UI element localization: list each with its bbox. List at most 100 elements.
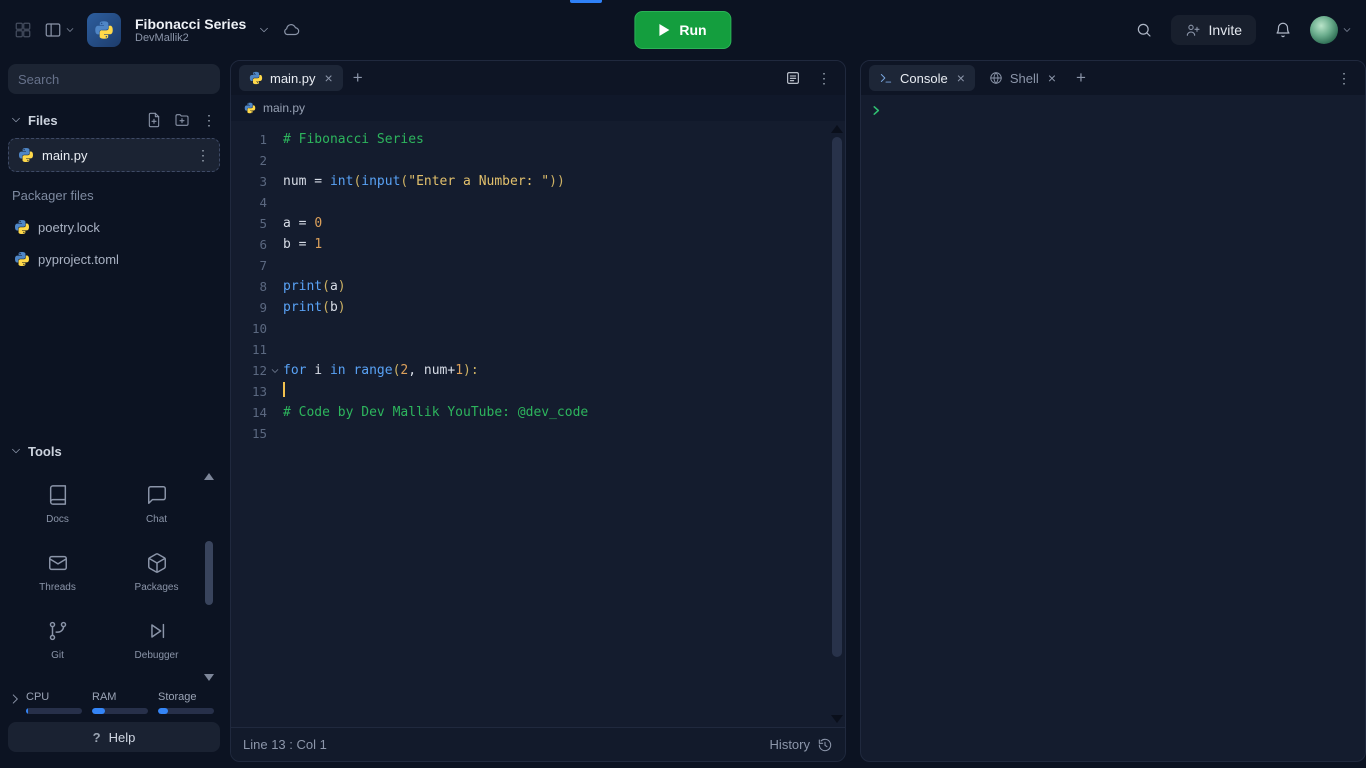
code-line[interactable]: 13 <box>231 381 845 402</box>
file-name: poetry.lock <box>38 219 100 235</box>
scroll-down-icon[interactable] <box>204 674 214 681</box>
close-icon[interactable]: × <box>957 70 965 86</box>
fold-gutter <box>267 234 283 255</box>
new-folder-icon[interactable] <box>174 112 190 128</box>
code-line[interactable]: 5 a = 0 <box>231 213 845 234</box>
file-item[interactable]: poetry.lock <box>8 211 220 243</box>
scroll-up-icon[interactable] <box>204 473 214 480</box>
new-tab-button[interactable]: + <box>353 68 363 88</box>
line-number: 6 <box>259 237 267 252</box>
code-line-text: for i in range(2, num+1): <box>283 363 479 378</box>
kebab-icon[interactable]: ⋮ <box>202 113 216 127</box>
code-line[interactable]: 9 print(b) <box>231 297 845 318</box>
history-button[interactable]: History <box>770 737 833 753</box>
code-line[interactable]: 3 num = int(input("Enter a Number: ")) <box>231 171 845 192</box>
python-icon <box>94 20 114 40</box>
fold-gutter <box>267 297 283 318</box>
meter-storage: Storage <box>158 691 224 714</box>
meter-bar <box>92 708 148 714</box>
code-line[interactable]: 7 <box>231 255 845 276</box>
kebab-icon[interactable]: ⋮ <box>196 148 210 162</box>
code-line[interactable]: 1 # Fibonacci Series <box>231 129 845 150</box>
tool-label: Packages <box>134 581 179 593</box>
fold-gutter <box>267 171 283 192</box>
avatar <box>1310 16 1338 44</box>
code-line[interactable]: 10 <box>231 318 845 339</box>
chevron-down-icon <box>1342 25 1352 35</box>
chat-icon <box>146 484 168 506</box>
python-icon <box>14 219 30 235</box>
code-editor[interactable]: 1 # Fibonacci Series 2 3 num = int(input("En… <box>231 121 845 727</box>
terminal-icon <box>879 71 893 85</box>
close-icon[interactable]: × <box>325 70 333 86</box>
code-line[interactable]: 12 for i in range(2, num+1): <box>231 360 845 381</box>
line-number: 5 <box>259 216 267 231</box>
code-line[interactable]: 6 b = 1 <box>231 234 845 255</box>
fold-chevron-icon[interactable] <box>267 360 283 381</box>
console-tabbar: Console × Shell × + ⋮ <box>861 61 1365 95</box>
code-line[interactable]: 4 <box>231 192 845 213</box>
close-icon[interactable]: × <box>1048 70 1056 86</box>
debugger-icon <box>146 620 168 642</box>
tool-label: Docs <box>46 513 69 525</box>
replit-workspace: Fibonacci Series DevMallik2 Run Invite S… <box>0 0 1366 768</box>
cloud-status-icon[interactable] <box>282 21 300 39</box>
tool-git[interactable]: Git <box>8 607 107 673</box>
python-icon <box>14 251 30 267</box>
python-icon <box>244 102 256 114</box>
new-tab-button[interactable]: + <box>1076 68 1086 88</box>
scrollbar-thumb[interactable] <box>832 137 842 657</box>
search-input[interactable] <box>8 64 220 94</box>
line-number: 9 <box>259 300 267 315</box>
code-line-text: # Fibonacci Series <box>283 132 424 147</box>
tool-docs[interactable]: Docs <box>8 471 107 537</box>
packages-icon <box>146 552 168 574</box>
editor-scrollbar[interactable] <box>831 123 843 725</box>
code-line[interactable]: 14 # Code by Dev Mallik YouTube: @dev_cod… <box>231 402 845 423</box>
tool-chat[interactable]: Chat <box>107 471 206 537</box>
console-output[interactable] <box>861 95 1365 761</box>
code-line[interactable]: 8 print(a) <box>231 276 845 297</box>
chevron-down-icon[interactable] <box>258 24 270 36</box>
tool-debugger[interactable]: Debugger <box>107 607 206 673</box>
file-outline-icon[interactable] <box>785 70 801 86</box>
project-avatar[interactable] <box>87 13 121 47</box>
account-menu[interactable] <box>1310 16 1352 44</box>
run-button[interactable]: Run <box>634 11 732 49</box>
meters-row: CPU RAM Storage <box>26 691 224 714</box>
tool-packages[interactable]: Packages <box>107 539 206 605</box>
tab-console[interactable]: Console × <box>869 65 975 91</box>
bell-icon[interactable] <box>1274 21 1292 39</box>
workspace-switcher[interactable] <box>44 21 75 39</box>
tab-shell[interactable]: Shell × <box>979 65 1066 91</box>
search-icon[interactable] <box>1135 21 1153 39</box>
file-name: pyproject.toml <box>38 251 119 267</box>
kebab-icon[interactable]: ⋮ <box>1337 71 1351 85</box>
tab-progress-indicator <box>570 0 602 3</box>
tool-threads[interactable]: Threads <box>8 539 107 605</box>
new-file-icon[interactable] <box>146 112 162 128</box>
chevron-down-icon[interactable] <box>10 114 22 126</box>
console-pane: Console × Shell × + ⋮ <box>860 60 1366 762</box>
file-item[interactable]: pyproject.toml <box>8 243 220 275</box>
scroll-down-icon[interactable] <box>831 715 843 723</box>
file-item-mainpy[interactable]: main.py ⋮ <box>8 138 220 172</box>
tool-label: Threads <box>39 581 76 593</box>
code-line[interactable]: 2 <box>231 150 845 171</box>
tab-label: main.py <box>270 70 316 86</box>
apps-icon[interactable] <box>14 21 32 39</box>
code-line[interactable]: 15 <box>231 423 845 444</box>
invite-label: Invite <box>1208 22 1242 38</box>
help-button[interactable]: ? Help <box>8 722 220 752</box>
invite-button[interactable]: Invite <box>1170 15 1256 45</box>
tools-header-label: Tools <box>28 443 62 459</box>
scrollbar-thumb[interactable] <box>205 541 213 605</box>
scroll-up-icon[interactable] <box>831 125 843 133</box>
tools-scrollbar[interactable] <box>204 473 214 681</box>
tab-mainpy[interactable]: main.py × <box>239 65 343 91</box>
chevron-right-icon[interactable] <box>8 692 22 706</box>
kebab-icon[interactable]: ⋮ <box>817 71 831 85</box>
chevron-down-icon[interactable] <box>10 445 22 457</box>
code-line[interactable]: 11 <box>231 339 845 360</box>
breadcrumb-file[interactable]: main.py <box>263 101 305 115</box>
